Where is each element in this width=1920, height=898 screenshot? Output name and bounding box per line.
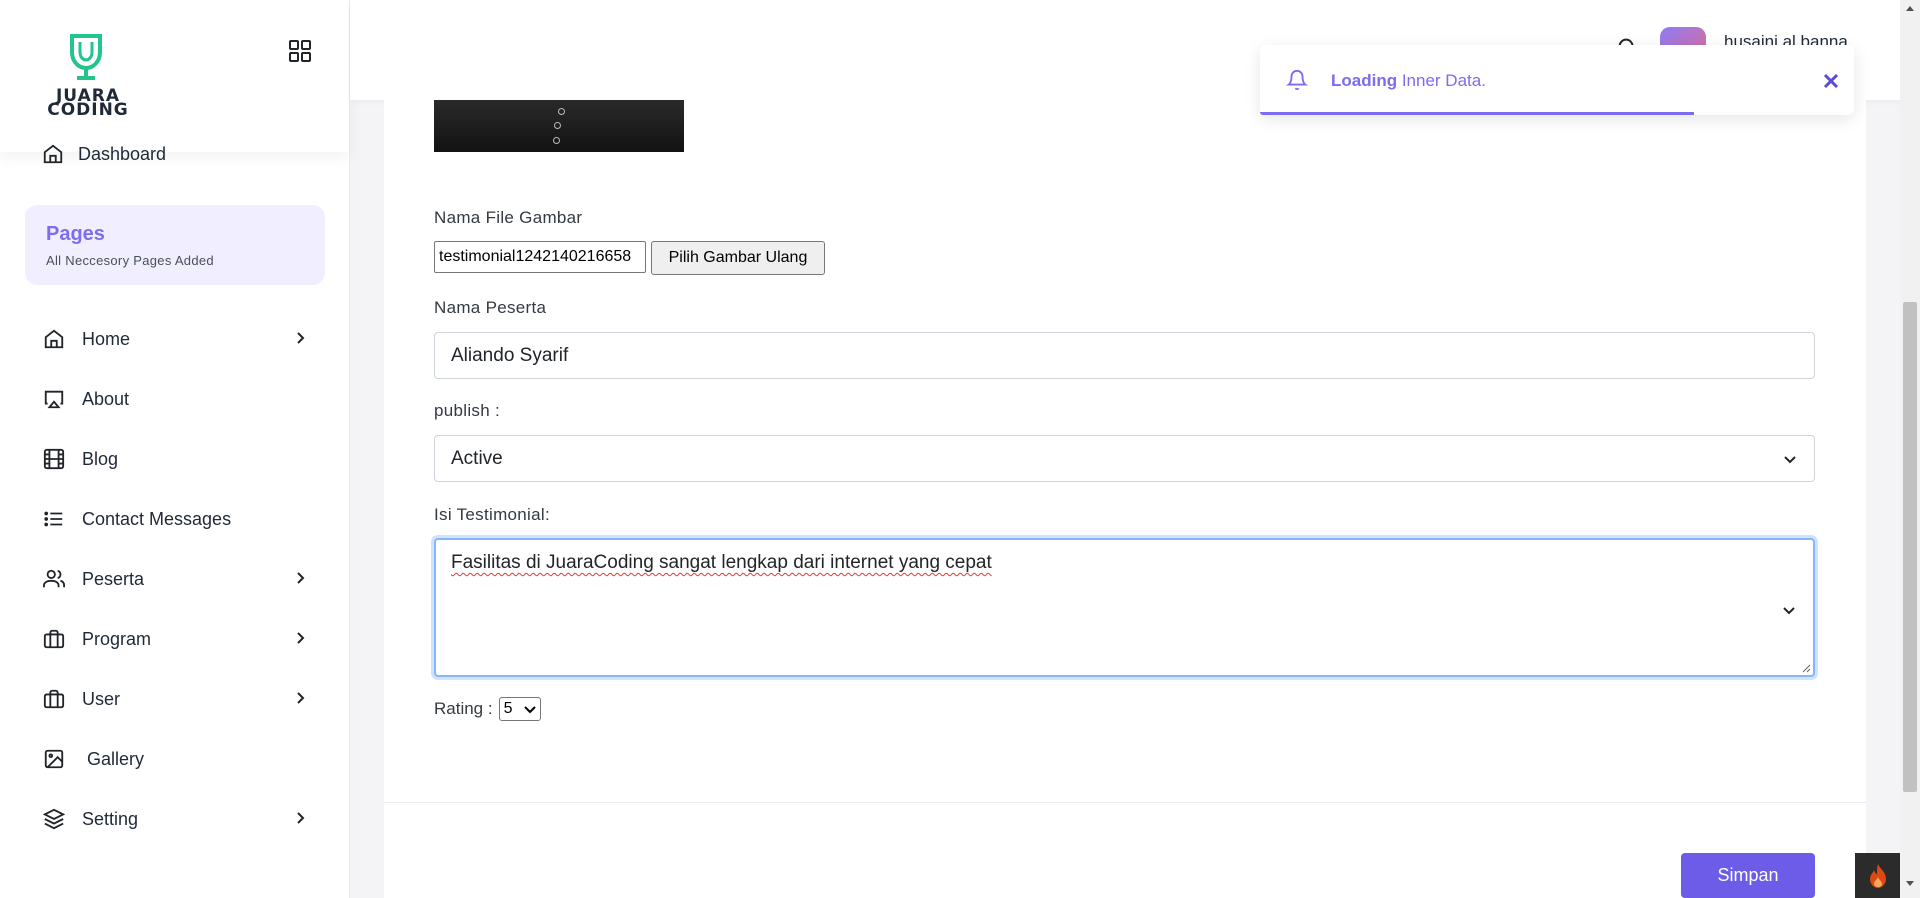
sidebar-item-label: Setting (82, 808, 139, 829)
film-icon (42, 447, 66, 471)
file-name-label: Nama File Gambar (434, 208, 583, 227)
chevron-right-icon (297, 632, 305, 644)
sidebar-item-label: Home (82, 328, 131, 349)
toast-message: Loading Inner Data. (1331, 71, 1486, 90)
logo-wordmark: JUARA CODING (47, 86, 129, 120)
sidebar-item-setting[interactable]: Setting (0, 789, 350, 849)
publish-selected-value: Active (451, 447, 503, 469)
sidebar-item-label: Peserta (82, 568, 145, 589)
sidebar-item-blog[interactable]: Blog (0, 429, 350, 489)
sidebar-item-label: Contact Messages (82, 508, 232, 529)
trophy-icon (70, 34, 102, 80)
participant-name-input[interactable]: Aliando Syarif (434, 332, 1815, 379)
testimonial-photo-preview (434, 100, 684, 152)
testimonial-label: Isi Testimonial: (434, 505, 550, 524)
sidebar-item-program[interactable]: Program (0, 609, 350, 669)
sidebar-item-home[interactable]: Home (0, 309, 350, 369)
sidebar-item-label: Dashboard (78, 143, 167, 164)
sidebar-item-gallery[interactable]: Gallery (0, 729, 350, 789)
divider (384, 802, 1866, 803)
layers-icon (42, 807, 66, 831)
save-button[interactable]: Simpan (1681, 853, 1815, 898)
sidebar: JUARA CODING Dashboard Pages All Necceso… (0, 0, 350, 898)
pages-section-header: Pages All Neccesory Pages Added (25, 205, 325, 285)
list-icon (42, 507, 66, 531)
chevron-right-icon (297, 332, 305, 344)
sidebar-item-label: Gallery (87, 748, 145, 769)
resize-handle-icon[interactable] (1801, 663, 1811, 673)
airplay-icon (42, 387, 66, 411)
chevron-right-icon (297, 692, 305, 704)
codeigniter-fire-icon[interactable] (1855, 853, 1900, 898)
loading-toast: Loading Inner Data. (1260, 45, 1854, 115)
scrollbar-thumb[interactable] (1903, 302, 1917, 792)
sidebar-item-label: Blog (82, 448, 119, 469)
chevron-right-icon (297, 572, 305, 584)
chevron-down-icon (1784, 456, 1796, 464)
apps-grid-icon[interactable] (289, 40, 311, 62)
rating-label: Rating : (434, 699, 493, 718)
logo-area: JUARA CODING Dashboard (0, 0, 349, 164)
rating-value: 5 (503, 700, 513, 717)
briefcase-icon (42, 687, 66, 711)
home-icon (42, 327, 66, 351)
sidebar-nav: Home About Blog Contact Messages Peserta… (0, 309, 350, 849)
page-scrollbar[interactable] (1900, 0, 1920, 898)
briefcase-icon (42, 627, 66, 651)
toast-progress-bar (1260, 112, 1694, 115)
choose-image-button[interactable]: Pilih Gambar Ulang (651, 241, 825, 275)
home-icon (43, 144, 63, 164)
sidebar-item-peserta[interactable]: Peserta (0, 549, 350, 609)
chevron-down-icon (1783, 607, 1795, 615)
chevron-right-icon (297, 812, 305, 824)
sidebar-item-label: About (82, 388, 130, 409)
participant-name-label: Nama Peserta (434, 298, 547, 317)
bell-icon (1286, 70, 1308, 91)
sidebar-item-about[interactable]: About (0, 369, 350, 429)
participant-name-value: Aliando Syarif (451, 344, 569, 366)
pages-title: Pages (46, 223, 105, 245)
publish-label: publish : (434, 401, 501, 420)
sidebar-item-label: Program (82, 628, 152, 649)
edit-testimonial-form: Nama File Gambar Pilih Gambar Ulang Nama… (384, 100, 1866, 898)
sidebar-item-dashboard[interactable]: Dashboard (42, 143, 166, 165)
rating-select[interactable]: 5 (498, 697, 541, 721)
testimonial-textarea[interactable]: Fasilitas di JuaraCoding sangat lengkap … (434, 538, 1815, 677)
sidebar-item-contact-messages[interactable]: Contact Messages (0, 489, 350, 549)
rating-row: Rating : 5 (434, 697, 541, 721)
juara-coding-logo[interactable]: JUARA CODING (42, 34, 134, 120)
sidebar-item-user[interactable]: User (0, 669, 350, 729)
users-icon (42, 567, 66, 591)
file-name-input[interactable] (434, 241, 646, 273)
scroll-down-icon[interactable] (1905, 880, 1915, 888)
pages-subtitle: All Neccesory Pages Added (46, 253, 214, 268)
sidebar-item-label: User (82, 688, 121, 709)
publish-select[interactable]: Active (434, 435, 1815, 482)
testimonial-text: Fasilitas di JuaraCoding sangat lengkap … (451, 552, 992, 573)
chevron-down-icon (523, 706, 536, 714)
image-icon (42, 747, 66, 771)
close-icon[interactable] (1823, 73, 1839, 89)
scroll-up-icon[interactable] (1905, 4, 1915, 12)
